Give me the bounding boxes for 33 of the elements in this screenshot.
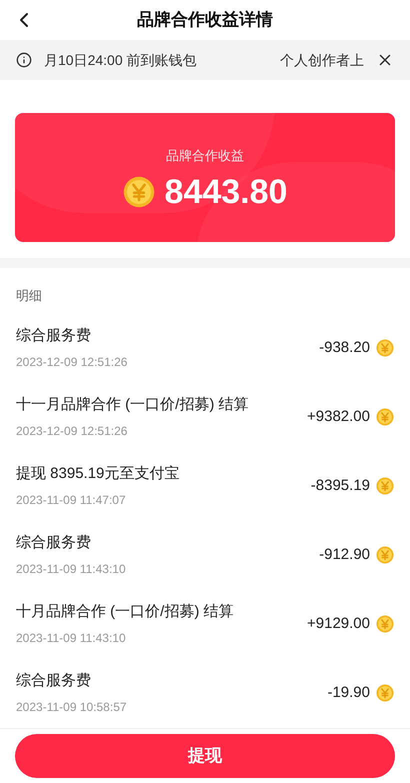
- withdraw-button[interactable]: 提现: [15, 734, 395, 778]
- transaction-amount: +9129.00: [307, 614, 370, 634]
- transaction-time: 2023-11-09 11:43:10: [16, 561, 126, 578]
- transaction-title: 十月品牌合作 (一口价/招募) 结算: [16, 602, 234, 622]
- transaction-title: 十一月品牌合作 (一口价/招募) 结算: [16, 394, 248, 415]
- coin-icon: [376, 408, 394, 426]
- transaction-time: 2023-12-09 12:51:26: [16, 423, 128, 440]
- coin-icon: [376, 546, 394, 564]
- transaction-amount: -912.90: [319, 544, 370, 565]
- transaction-title: 提现 8395.19元至支付宝: [16, 464, 180, 484]
- coin-icon: [376, 339, 394, 357]
- earnings-label: 品牌合作收益: [166, 146, 244, 165]
- transaction-amount: +9382.00: [307, 406, 370, 427]
- transaction-amount: -938.20: [319, 338, 370, 358]
- transaction-title: 综合服务费: [16, 670, 92, 691]
- info-icon: [16, 52, 32, 68]
- earnings-amount: 8443.80: [164, 175, 288, 210]
- coin-icon: [376, 684, 394, 702]
- transaction-time: 2023-11-09 11:47:07: [16, 492, 127, 510]
- transaction-time: 2023-12-09 12:51:26: [16, 354, 128, 372]
- transaction-time: 2023-11-09 11:43:10: [16, 630, 127, 648]
- transaction-amount: -19.90: [327, 682, 370, 703]
- transaction-title: 综合服务费: [16, 326, 92, 346]
- transaction-amount: -8395.19: [310, 476, 370, 496]
- transaction-time: 2023-11-09 10:58:57: [16, 699, 127, 716]
- page-title: 品牌合作收益详情: [137, 9, 273, 32]
- coin-icon: [122, 176, 155, 208]
- coin-icon: [376, 615, 394, 633]
- transaction-title: 综合服务费: [16, 532, 92, 553]
- coin-icon: [376, 477, 394, 495]
- notice-text: 月10日24:00 前到账钱包: [44, 50, 196, 70]
- details-heading: 明细: [15, 287, 43, 305]
- notice-text: 个人创作者上: [280, 50, 364, 70]
